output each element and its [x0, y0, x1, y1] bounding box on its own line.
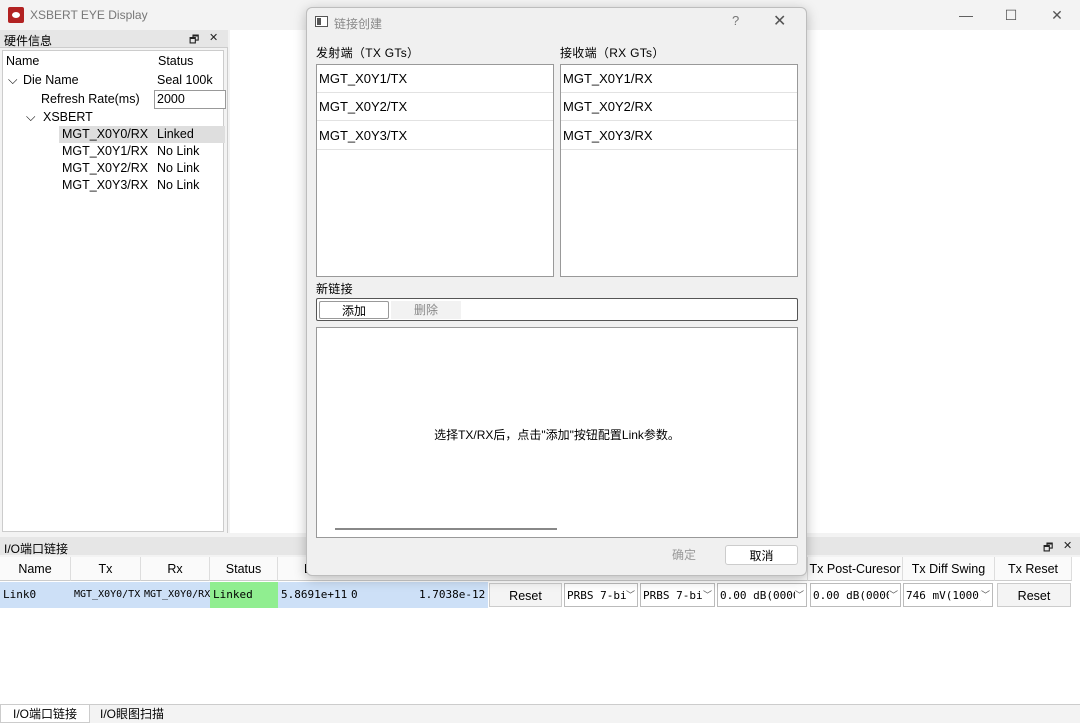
col-header-tx[interactable]: Tx [71, 557, 141, 581]
close-io-panel-icon[interactable]: ✕ [1063, 539, 1072, 552]
channel-status: No Link [157, 144, 200, 158]
chevron-down-icon: ﹀ [980, 584, 990, 606]
channel-status: No Link [157, 178, 200, 192]
col-header-tx-reset[interactable]: Tx Reset [995, 557, 1072, 581]
refresh-rate-input[interactable]: 2000 [154, 90, 226, 109]
list-item[interactable]: MGT_X0Y1/TX [317, 65, 553, 93]
expand-die-icon[interactable]: ⌵ [8, 72, 17, 89]
die-name-value: Seal 100k [157, 73, 213, 87]
cell-status-linked[interactable]: Linked [210, 582, 278, 608]
chevron-down-icon: ﹀ [888, 584, 898, 606]
dialog-title-bar: 链接创建 ? ✕ [307, 8, 806, 36]
list-item[interactable]: MGT_X0Y2/RX [561, 93, 797, 121]
ok-button[interactable]: 确定 [649, 545, 719, 565]
close-button[interactable]: ✕ [1034, 0, 1080, 30]
hardware-tree: Name Status ⌵ Die Name Seal 100k Refresh… [2, 50, 225, 546]
tree-item-channel-1[interactable]: MGT_X0Y1/RX No Link [59, 143, 225, 160]
tree-item-die-name[interactable]: Die Name [23, 72, 79, 89]
link-area-scrollbar[interactable] [335, 528, 557, 530]
channel-status: No Link [157, 161, 200, 175]
tree-header-status: Status [158, 54, 194, 68]
rx-gts-list: MGT_X0Y1/RX MGT_X0Y2/RX MGT_X0Y3/RX [560, 64, 798, 277]
tx-gts-label: 发射端（TX GTs） [316, 46, 420, 60]
chevron-down-icon: ﹀ [702, 584, 712, 606]
col-header-tx-diff-swing[interactable]: Tx Diff Swing [903, 557, 995, 581]
dialog-window-icon [315, 16, 328, 27]
float-panel-icon[interactable]: 🗗 [189, 31, 199, 50]
close-panel-icon[interactable]: ✕ [209, 31, 218, 44]
col-header-rx[interactable]: Rx [141, 557, 210, 581]
tree-item-channel-2[interactable]: MGT_X0Y2/RX No Link [59, 160, 225, 177]
tree-item-channel-3[interactable]: MGT_X0Y3/RX No Link [59, 177, 225, 194]
io-panel-title: I/O端口链接 [4, 542, 69, 556]
cancel-button[interactable]: 取消 [725, 545, 798, 565]
list-item[interactable]: MGT_X0Y2/TX [317, 93, 553, 121]
app-eye-icon [8, 7, 24, 23]
refresh-rate-label: Refresh Rate(ms) [41, 92, 140, 106]
minimize-button[interactable]: — [943, 0, 989, 30]
bottom-tab-bar: I/O端口链接 I/O眼图扫描 [0, 704, 1080, 723]
tx-post-cursor-select[interactable]: 0.00 dB(0000) ﹀ [810, 583, 901, 607]
rx-gts-label: 接收端（RX GTs） [560, 46, 665, 60]
new-link-label: 新链接 [316, 282, 353, 296]
tx-pattern-select[interactable]: PRBS 7-bit ﹀ [564, 583, 638, 607]
expand-xsbert-icon[interactable]: ⌵ [26, 109, 35, 126]
tx-diff-swing-select[interactable]: 746 mV(1000) ﹀ [903, 583, 993, 607]
tx-gts-list: MGT_X0Y1/TX MGT_X0Y2/TX MGT_X0Y3/TX [316, 64, 554, 277]
ber-reset-button[interactable]: Reset [489, 583, 562, 607]
tab-io-eye-scan[interactable]: I/O眼图扫描 [88, 705, 176, 723]
col-header-status[interactable]: Status [210, 557, 278, 581]
add-link-button[interactable]: 添加 [319, 301, 389, 319]
cell-rx[interactable]: MGT_X0Y0/RX [141, 582, 210, 608]
cell-tx[interactable]: MGT_X0Y0/TX [71, 582, 141, 608]
float-io-panel-icon[interactable]: 🗗 [1043, 539, 1053, 558]
dialog-close-button[interactable]: ✕ [773, 11, 786, 31]
list-item[interactable]: MGT_X0Y3/TX [317, 122, 553, 150]
link-create-dialog: 链接创建 ? ✕ 发射端（TX GTs） 接收端（RX GTs） MGT_X0Y… [306, 7, 807, 576]
tab-io-link[interactable]: I/O端口链接 [0, 705, 91, 723]
delete-link-button[interactable]: 删除 [391, 301, 461, 319]
hardware-panel-header: 硬件信息 🗗 ✕ [0, 30, 228, 48]
link-toolbar: 添加 删除 [316, 298, 798, 321]
hardware-panel-title: 硬件信息 [4, 34, 53, 48]
col-header-tx-post-cursor[interactable]: Tx Post-Curesor [808, 557, 903, 581]
chevron-down-icon: ﹀ [625, 584, 635, 606]
channel-name: MGT_X0Y0/RX [62, 127, 149, 141]
cell-link-name[interactable]: Link0 [0, 582, 71, 608]
list-item[interactable]: MGT_X0Y3/RX [561, 122, 797, 150]
window-title: XSBERT EYE Display [30, 8, 148, 22]
channel-status: Linked [157, 127, 194, 141]
tx-pre-cursor-select[interactable]: 0.00 dB(0000) ﹀ [717, 583, 807, 607]
maximize-button[interactable]: ☐ [988, 0, 1034, 30]
channel-name: MGT_X0Y2/RX [62, 161, 149, 175]
new-link-area: 选择TX/RX后，点击"添加"按钮配置Link参数。 [316, 327, 798, 538]
chevron-down-icon: ﹀ [794, 584, 804, 606]
tx-reset-button[interactable]: Reset [997, 583, 1071, 607]
rx-pattern-select[interactable]: PRBS 7-bit ﹀ [640, 583, 715, 607]
help-button[interactable]: ? [732, 13, 739, 28]
cell-errors[interactable]: 0 [348, 582, 416, 608]
cell-line-rate[interactable]: 5.8691e+11 [278, 582, 348, 608]
dialog-title: 链接创建 [334, 17, 383, 31]
cell-ber[interactable]: 1.7038e-12 [416, 582, 488, 608]
tree-item-xsbert[interactable]: XSBERT [43, 109, 93, 126]
tree-header-name: Name [6, 54, 40, 68]
col-header-name[interactable]: Name [0, 557, 71, 581]
channel-name: MGT_X0Y1/RX [62, 144, 149, 158]
hint-text: 选择TX/RX后，点击"添加"按钮配置Link参数。 [434, 428, 680, 442]
tree-item-channel-0[interactable]: MGT_X0Y0/RX Linked [59, 126, 225, 143]
channel-name: MGT_X0Y3/RX [62, 178, 149, 192]
list-item[interactable]: MGT_X0Y1/RX [561, 65, 797, 93]
io-link-table: Name Tx Rx Status L Tx Post-Curesor Tx D… [0, 557, 1080, 716]
